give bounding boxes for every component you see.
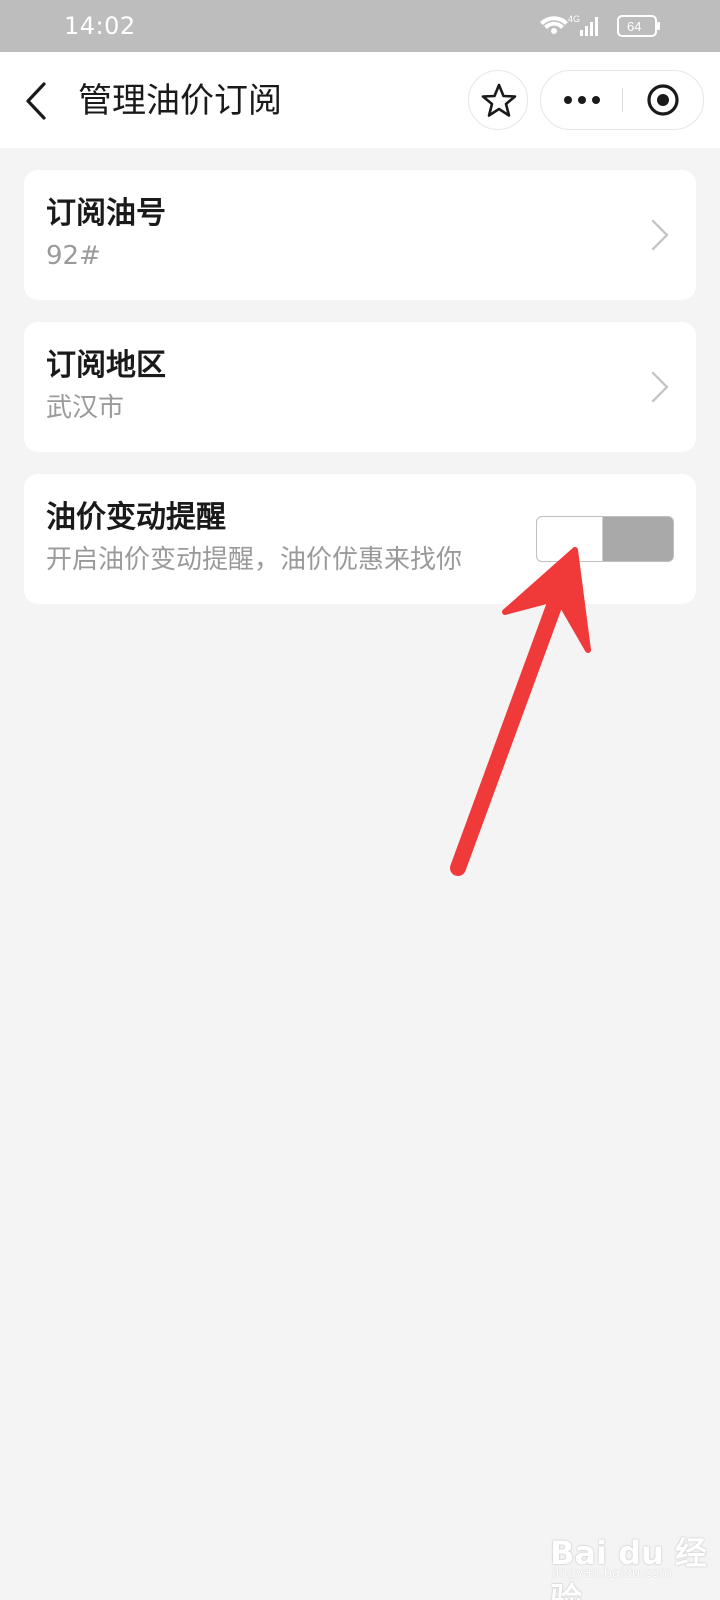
price-alert-description: 开启油价变动提醒，油价优惠来找你: [46, 545, 463, 575]
more-button[interactable]: [541, 71, 623, 129]
star-icon: [481, 83, 517, 117]
region-value: 武汉市: [46, 393, 125, 423]
status-icons-svg: 4G 64: [540, 14, 660, 37]
signal-icon: [580, 17, 598, 36]
region-row[interactable]: 订阅地区 武汉市: [24, 322, 696, 452]
chevron-right-icon: [651, 219, 669, 251]
battery-level: 64: [627, 19, 641, 34]
annotation-arrow-icon: [450, 547, 591, 876]
watermark-text: Bai du 经验: [550, 1534, 707, 1600]
page-title: 管理油价订阅: [78, 81, 282, 121]
fuel-grade-title: 订阅油号: [46, 196, 166, 231]
watermark-url: jingyan.baidu.com: [552, 1566, 672, 1581]
chevron-right-icon: [651, 371, 669, 403]
back-button[interactable]: [20, 78, 60, 124]
status-icons: 4G 64: [520, 0, 720, 52]
mini-program-capsule: [540, 70, 704, 130]
price-alert-title: 油价变动提醒: [46, 500, 226, 535]
more-dots-icon: [564, 96, 600, 104]
back-arrow-icon: [26, 82, 46, 120]
wifi-icon: [540, 16, 568, 34]
status-time: 14:02: [64, 12, 136, 40]
region-title: 订阅地区: [46, 348, 166, 383]
close-circle-icon: [647, 84, 679, 116]
close-button[interactable]: [623, 71, 703, 129]
status-bar: 14:02 4G 64: [0, 0, 720, 52]
battery-icon: 64: [617, 15, 660, 37]
baidu-jingyan-watermark: Bai du 经验 jingyan.baidu.com: [550, 1512, 720, 1600]
network-label: 4G: [568, 14, 580, 24]
fuel-grade-value: 92#: [46, 241, 101, 271]
favorite-button[interactable]: [468, 70, 528, 130]
fuel-grade-row[interactable]: 订阅油号 92#: [24, 170, 696, 300]
nav-bar: 管理油价订阅: [0, 52, 720, 148]
